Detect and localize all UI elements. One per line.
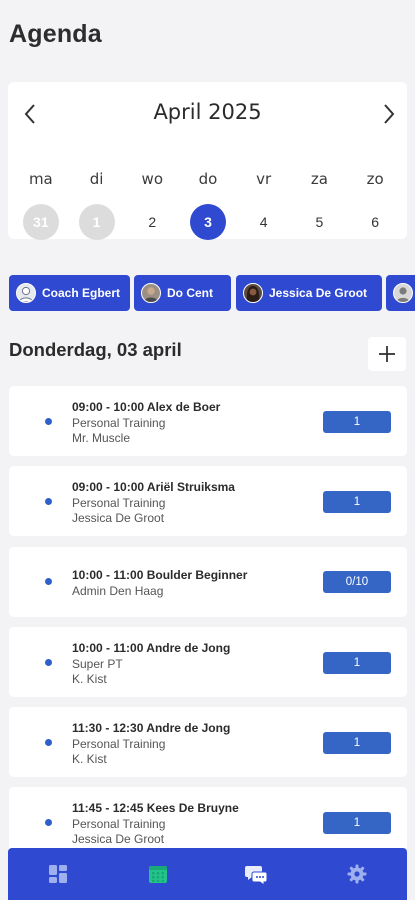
weekday-label: zo xyxy=(366,170,384,188)
selected-day-heading: Donderdag, 03 april xyxy=(9,339,182,360)
appointment-trainer: Mr. Muscle xyxy=(72,431,131,445)
weekday-label: ma xyxy=(28,170,53,188)
person-icon xyxy=(246,286,260,302)
next-month-button[interactable] xyxy=(373,98,405,130)
coach-chip-label: Jessica De Groot xyxy=(269,286,368,300)
participant-count-badge[interactable]: 1 xyxy=(323,732,391,754)
appointment-type: Personal Training xyxy=(72,736,166,751)
appointment-location: Admin Den Haag xyxy=(72,583,164,598)
avatar xyxy=(141,283,161,303)
appointment-title: 10:00 - 11:00 Boulder Beginner xyxy=(72,568,248,582)
weekday-label: vr xyxy=(256,170,272,188)
calendar-day[interactable]: 1 xyxy=(78,204,115,240)
appointment-title: 11:30 - 12:30 Andre de Jong xyxy=(72,721,231,735)
appointment-title: 09:00 - 10:00 Alex de Boer xyxy=(72,400,221,414)
calendar-day[interactable]: 5 xyxy=(301,204,337,240)
tab-dashboard[interactable] xyxy=(8,848,108,900)
appointment-type: Personal Training xyxy=(72,495,166,510)
weekday-label: do xyxy=(198,170,218,188)
tab-messages[interactable] xyxy=(208,848,308,900)
status-dot xyxy=(45,418,52,425)
weekday-label: za xyxy=(310,170,328,188)
appointment-type: Personal Training xyxy=(72,415,166,430)
weekday-label: di xyxy=(89,170,104,188)
avatar xyxy=(243,283,263,303)
settings-icon xyxy=(347,864,367,884)
appointment-title: 10:00 - 11:00 Andre de Jong xyxy=(72,641,231,655)
coach-filter-row: Coach Egbert Do Cent Jessica De Groot xyxy=(0,275,415,311)
participant-count-badge[interactable]: 1 xyxy=(323,652,391,674)
appointment-item[interactable]: 09:00 - 10:00 Alex de Boer Personal Trai… xyxy=(9,386,407,456)
appointment-item[interactable]: 09:00 - 10:00 Ariël Struiksma Personal T… xyxy=(9,466,407,536)
day-row: 31 1 2 3 4 5 6 xyxy=(13,204,403,240)
participant-count-badge[interactable]: 1 xyxy=(323,411,391,433)
status-dot xyxy=(45,819,52,826)
appointment-trainer: Jessica De Groot xyxy=(72,832,165,846)
calendar-day[interactable]: 6 xyxy=(357,204,393,240)
calendar-month: April 2025 xyxy=(153,100,262,124)
appointment-type: Super PT xyxy=(72,656,123,671)
coach-chip-label: Do Cent xyxy=(167,286,213,300)
calendar-header: April 2025 xyxy=(8,98,407,130)
appointment-item[interactable]: 10:00 - 11:00 Andre de Jong Super PT K. … xyxy=(9,627,407,697)
person-icon xyxy=(18,286,34,302)
participant-count-badge[interactable]: 0/10 xyxy=(323,571,391,593)
coach-chip-coach-egbert[interactable]: Coach Egbert xyxy=(9,275,130,311)
calendar-day[interactable]: 4 xyxy=(246,204,282,240)
appointment-trainer: Jessica De Groot xyxy=(72,511,165,525)
calendar-day-selected[interactable]: 3 xyxy=(189,204,226,240)
weekday-label: wo xyxy=(141,170,163,188)
appointment-trainer: K. Kist xyxy=(72,752,107,766)
coach-chip-do-cent[interactable]: Do Cent xyxy=(134,275,231,311)
calendar-icon xyxy=(148,866,167,883)
calendar-day[interactable]: 31 xyxy=(22,204,59,240)
coach-chip-label: Coach Egbert xyxy=(42,286,121,300)
appointment-type: Personal Training xyxy=(72,816,166,831)
appointment-title: 11:45 - 12:45 Kees De Bruyne xyxy=(72,801,239,815)
add-appointment-button[interactable] xyxy=(368,337,406,371)
participant-count-badge[interactable]: 1 xyxy=(323,491,391,513)
appointment-item[interactable]: 11:45 - 12:45 Kees De Bruyne Personal Tr… xyxy=(9,787,407,857)
tab-settings[interactable] xyxy=(307,848,407,900)
appointment-item[interactable]: 11:30 - 12:30 Andre de Jong Personal Tra… xyxy=(9,707,407,777)
plus-icon xyxy=(379,346,395,362)
calendar-day[interactable]: 2 xyxy=(134,204,170,240)
status-dot xyxy=(45,739,52,746)
participant-count-badge[interactable]: 1 xyxy=(323,812,391,834)
tab-agenda[interactable] xyxy=(108,848,208,900)
appointment-trainer: K. Kist xyxy=(72,672,107,686)
coach-chip-more[interactable] xyxy=(386,275,415,311)
appointment-item[interactable]: 10:00 - 11:00 Boulder Beginner Admin Den… xyxy=(9,547,407,617)
person-icon xyxy=(396,287,410,302)
avatar xyxy=(16,283,36,303)
status-dot xyxy=(45,498,52,505)
status-dot xyxy=(45,659,52,666)
coach-chip-jessica-de-groot[interactable]: Jessica De Groot xyxy=(236,275,382,311)
chat-icon xyxy=(245,866,268,885)
appointment-title: 09:00 - 10:00 Ariël Struiksma xyxy=(72,480,235,494)
bottom-tab-bar xyxy=(8,848,407,900)
dashboard-icon xyxy=(48,865,67,883)
avatar xyxy=(393,283,413,303)
weekday-row: ma di wo do vr za zo xyxy=(13,170,403,188)
person-icon xyxy=(144,287,158,302)
calendar-card: April 2025 ma di wo do vr za zo 31 1 2 3… xyxy=(8,82,407,240)
chevron-right-icon xyxy=(384,104,395,124)
status-dot xyxy=(45,578,52,585)
page-title: Agenda xyxy=(9,20,102,48)
